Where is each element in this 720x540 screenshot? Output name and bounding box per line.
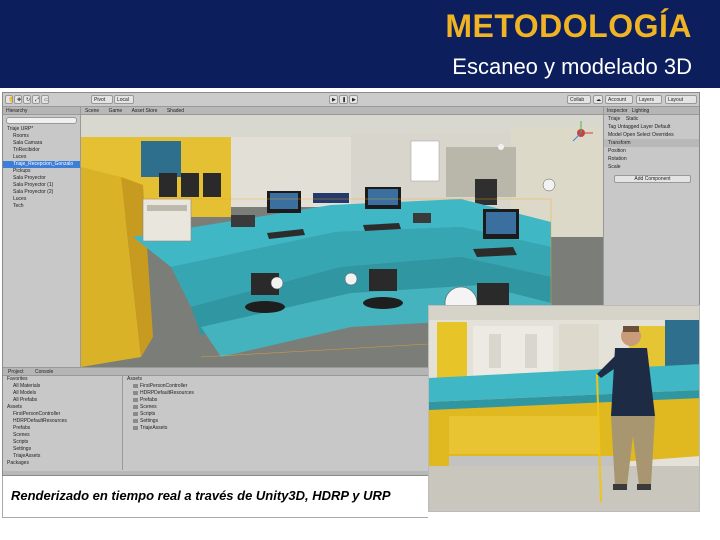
hierarchy-item[interactable]: Tech	[3, 203, 80, 210]
scene-tab-bar: Scene Game Asset Store Shaded	[81, 107, 603, 115]
inspector-tab-bar: Inspector Lighting	[604, 107, 699, 115]
tab-scene[interactable]: Scene	[81, 108, 103, 114]
tab-console[interactable]: Console	[30, 369, 58, 375]
cloud-icon[interactable]: ☁	[593, 95, 603, 104]
scale-label: Scale	[608, 164, 621, 170]
packages-root[interactable]: Packages	[3, 460, 122, 467]
static-toggle[interactable]: Static	[626, 116, 639, 122]
caption-box: Renderizado en tiempo real a través de U…	[2, 476, 428, 518]
photo-render	[429, 306, 699, 511]
model-row: Model Open Select Overrides	[604, 131, 699, 139]
scale-tool-icon[interactable]: ⤢	[32, 95, 40, 104]
favorite-item[interactable]: All Prefabs	[3, 397, 122, 404]
assets-root[interactable]: Assets	[3, 404, 122, 411]
account-dropdown[interactable]: Account	[605, 95, 633, 104]
rotation-label: Rotation	[608, 156, 627, 162]
hierarchy-item[interactable]: Sala Camara	[3, 140, 80, 147]
layout-dropdown[interactable]: Layout	[665, 95, 697, 104]
hierarchy-item[interactable]: Luces	[3, 154, 80, 161]
select-button[interactable]: Select	[637, 132, 651, 138]
rotate-tool-icon[interactable]: ↻	[23, 95, 31, 104]
favorite-item[interactable]: All Materials	[3, 383, 122, 390]
asset-tree-item[interactable]: FirstPersonController	[3, 411, 122, 418]
overrides-dropdown[interactable]: Overrides	[652, 132, 674, 138]
asset-folder-label: Prefabs	[140, 397, 158, 403]
position-label: Position	[608, 148, 626, 154]
local-toggle[interactable]: Local	[114, 95, 134, 104]
pivot-toggle[interactable]: Pivot	[91, 95, 113, 104]
hierarchy-item[interactable]: Rooms	[3, 133, 80, 140]
asset-folder-label: Scripts	[140, 411, 156, 417]
project-tree: Favorites All Materials All Models All P…	[3, 376, 123, 470]
asset-tree-item[interactable]: Scripts	[3, 439, 122, 446]
step-button[interactable]: ▶❚	[349, 95, 358, 104]
folder-icon	[133, 383, 138, 388]
folder-icon	[133, 418, 138, 423]
folder-icon	[133, 397, 138, 402]
asset-tree-item[interactable]: Prefabs	[3, 425, 122, 432]
asset-tree-item[interactable]: Settings	[3, 446, 122, 453]
layer-dropdown[interactable]: Default	[654, 124, 670, 130]
shading-mode-dropdown[interactable]: Shaded	[163, 108, 188, 114]
hierarchy-search-input[interactable]	[6, 117, 77, 124]
open-button[interactable]: Open	[623, 132, 635, 138]
folder-icon	[133, 411, 138, 416]
favorite-item[interactable]: All Models	[3, 390, 122, 397]
tag-layer-row: Tag Untagged Layer Default	[604, 123, 699, 131]
tab-inspector[interactable]: Inspector	[607, 108, 628, 114]
slide-caption: Renderizado en tiempo real a través de U…	[11, 488, 391, 503]
hierarchy-item[interactable]: Luces	[3, 196, 80, 203]
asset-tree-item[interactable]: HDRPDefaultResources	[3, 418, 122, 425]
move-tool-icon[interactable]: ✥	[14, 95, 22, 104]
hierarchy-item-selected[interactable]: Triaje_Recepcion_Gonzalo	[3, 161, 80, 168]
editor-toolbar: ✋ ✥ ↻ ⤢ ▭ Pivot Local ▶ ❚❚ ▶❚ Collab ☁ A…	[3, 93, 699, 107]
tab-asset-store[interactable]: Asset Store	[128, 108, 162, 114]
object-name-field[interactable]: Triaje	[608, 116, 620, 122]
tab-lighting[interactable]: Lighting	[632, 108, 650, 114]
transform-header[interactable]: Transform	[604, 139, 699, 147]
asset-folder-label: FirstPersonController	[140, 383, 188, 389]
play-button[interactable]: ▶	[329, 95, 338, 104]
rect-tool-icon[interactable]: ▭	[41, 95, 49, 104]
asset-folder-label: HDRPDefaultResources	[140, 390, 194, 396]
folder-icon	[133, 390, 138, 395]
hierarchy-panel: Hierarchy Triaje URP* Rooms Sala Camara …	[3, 107, 81, 367]
hierarchy-item[interactable]: Pickups	[3, 168, 80, 175]
title-band: METODOLOGÍA Escaneo y modelado 3D	[0, 0, 720, 88]
object-name-row: Triaje Static	[604, 115, 699, 123]
folder-icon	[133, 425, 138, 430]
layers-dropdown[interactable]: Layers	[636, 95, 662, 104]
hierarchy-item[interactable]: Sala Proyector (2)	[3, 189, 80, 196]
hierarchy-tab[interactable]: Hierarchy	[3, 107, 80, 115]
add-component-button[interactable]: Add Component	[614, 175, 691, 183]
hierarchy-item[interactable]: TriRecibidor	[3, 147, 80, 154]
asset-folder-label: Settings	[140, 418, 159, 424]
measurement-photo	[428, 305, 700, 512]
model-label: Model	[608, 132, 622, 138]
asset-folder-label: TriajeAssets	[140, 425, 168, 431]
hierarchy-item[interactable]: Sala Proyector	[3, 175, 80, 182]
tag-label: Tag	[608, 124, 617, 130]
slide-subtitle: Escaneo y modelado 3D	[452, 54, 692, 79]
layer-label: Layer	[640, 124, 654, 130]
tab-project[interactable]: Project	[3, 369, 29, 375]
slide-title: METODOLOGÍA	[445, 8, 692, 44]
collab-button[interactable]: Collab	[567, 95, 591, 104]
asset-tree-item[interactable]: Scenes	[3, 432, 122, 439]
asset-folder-label: Scenes	[140, 404, 157, 410]
pause-button[interactable]: ❚❚	[339, 95, 348, 104]
favorites-label[interactable]: Favorites	[3, 376, 122, 383]
tag-dropdown[interactable]: Untagged	[617, 124, 639, 130]
tab-game[interactable]: Game	[105, 108, 127, 114]
folder-icon	[133, 404, 138, 409]
hierarchy-item[interactable]: Triaje URP*	[3, 126, 80, 133]
hierarchy-item[interactable]: Sala Proyector (1)	[3, 182, 80, 189]
asset-tree-item[interactable]: TriajeAssets	[3, 453, 122, 460]
hand-tool-icon[interactable]: ✋	[5, 95, 13, 104]
